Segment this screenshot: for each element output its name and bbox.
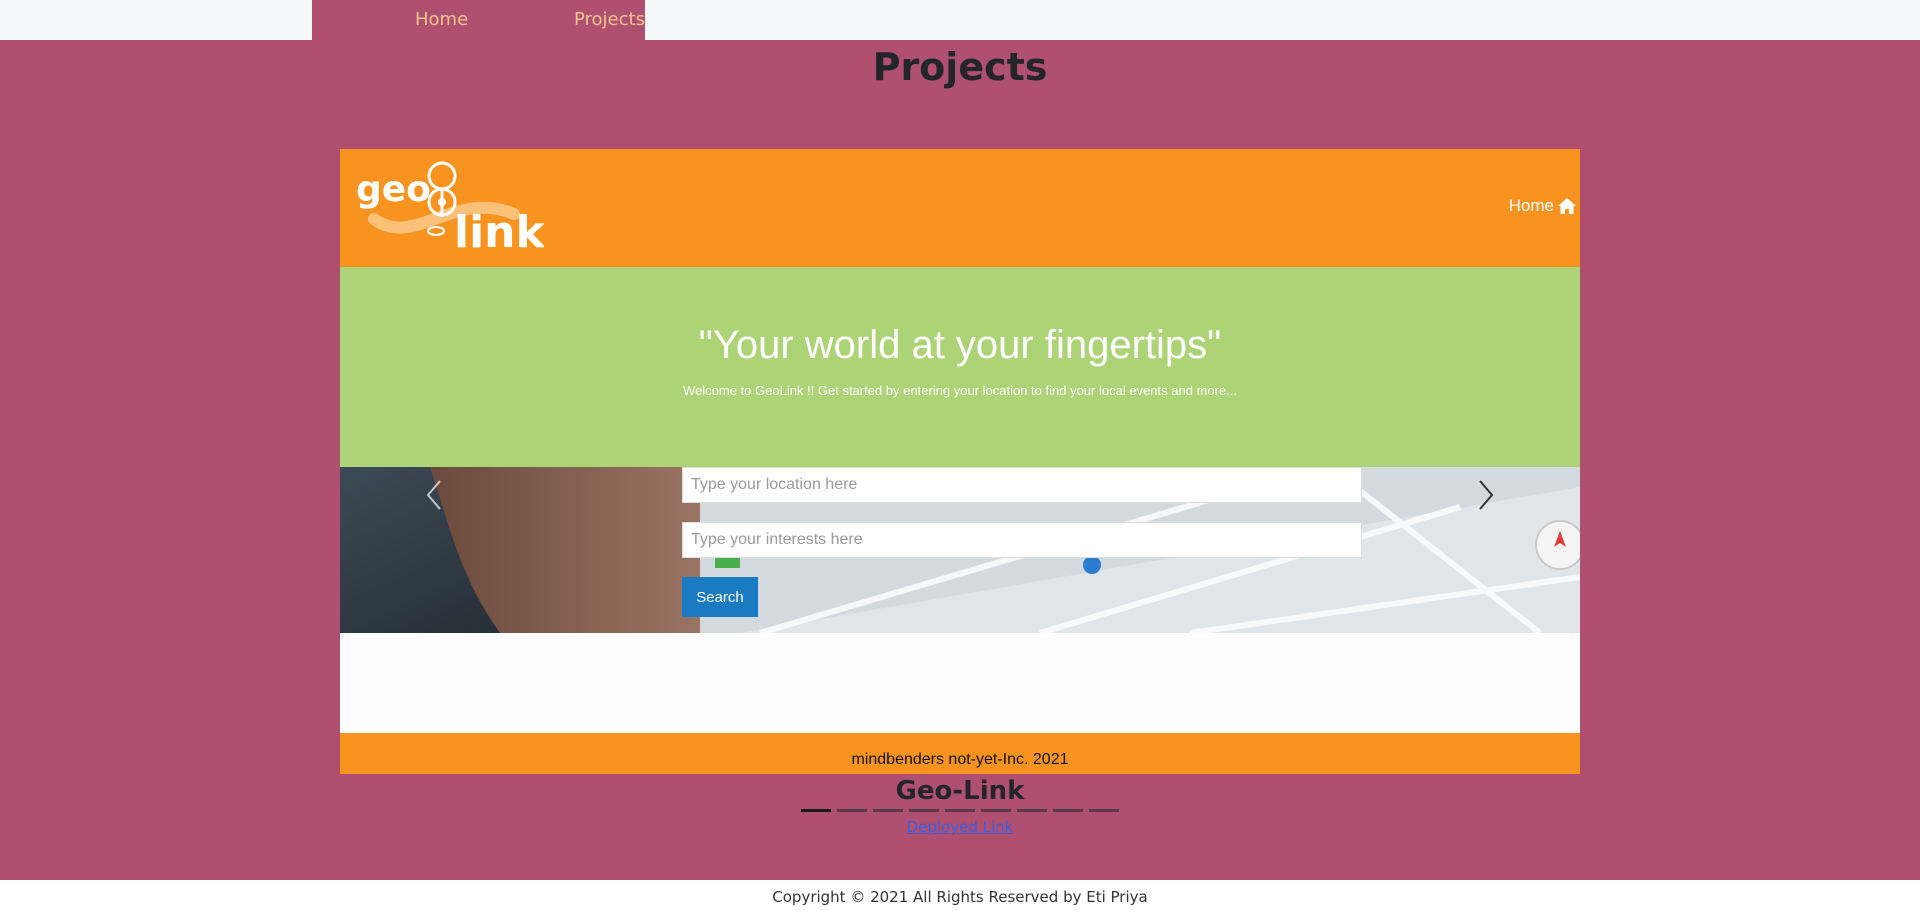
geolink-footer: mindbenders not-yet-Inc. 2021 xyxy=(340,733,1580,774)
carousel-indicator[interactable] xyxy=(909,809,939,812)
logo-text-geo: geo xyxy=(356,169,431,210)
project-name: Geo-Link xyxy=(895,776,1025,806)
page-footer: Copyright © 2021 All Rights Reserved by … xyxy=(0,880,1920,911)
logo-text-link: link xyxy=(454,207,544,254)
deployed-link[interactable]: Deployed Link xyxy=(907,818,1014,836)
hero-tagline: "Your world at your fingertips" xyxy=(698,323,1222,367)
geolink-header: geo link Home xyxy=(340,149,1580,267)
page-title: Projects xyxy=(872,45,1048,89)
hero-welcome-text: Welcome to GeoLink !! Get started by ent… xyxy=(683,383,1237,398)
geolink-logo: geo link xyxy=(356,161,544,254)
content-area xyxy=(340,633,1580,733)
chevron-right-icon[interactable] xyxy=(1470,475,1500,515)
search-carousel: Search xyxy=(340,467,1580,633)
project-preview: geo link Home "Your world at your finger… xyxy=(340,149,1580,774)
nav-home-link[interactable]: Home xyxy=(415,9,468,30)
location-input[interactable] xyxy=(682,467,1362,503)
carousel-indicator[interactable] xyxy=(1017,809,1047,812)
carousel-indicator[interactable] xyxy=(981,809,1011,812)
carousel-indicator[interactable] xyxy=(837,809,867,812)
carousel-indicator[interactable] xyxy=(873,809,903,812)
geolink-footer-text: mindbenders not-yet-Inc. 2021 xyxy=(851,751,1069,768)
copyright-text: Copyright © 2021 All Rights Reserved by … xyxy=(772,888,1148,906)
carousel-indicator[interactable] xyxy=(801,809,831,812)
geolink-home-label: Home xyxy=(1508,196,1554,215)
nav-links: Home Projects xyxy=(312,0,645,40)
chevron-left-icon[interactable] xyxy=(420,475,450,515)
top-navbar: Home Projects xyxy=(0,0,1920,40)
carousel-indicator[interactable] xyxy=(1089,809,1119,812)
interests-input[interactable] xyxy=(682,522,1362,558)
search-button[interactable]: Search xyxy=(682,577,758,617)
geolink-home-link[interactable]: Home xyxy=(1509,196,1576,216)
carousel-indicator[interactable] xyxy=(1053,809,1083,812)
carousel-indicator[interactable] xyxy=(945,809,975,812)
nav-projects-link[interactable]: Projects xyxy=(574,9,645,30)
carousel-indicators xyxy=(801,809,1119,812)
geolink-hero: "Your world at your fingertips" Welcome … xyxy=(340,267,1580,467)
deployed-link-container: Deployed Link xyxy=(0,818,1920,836)
home-icon xyxy=(1558,198,1576,214)
